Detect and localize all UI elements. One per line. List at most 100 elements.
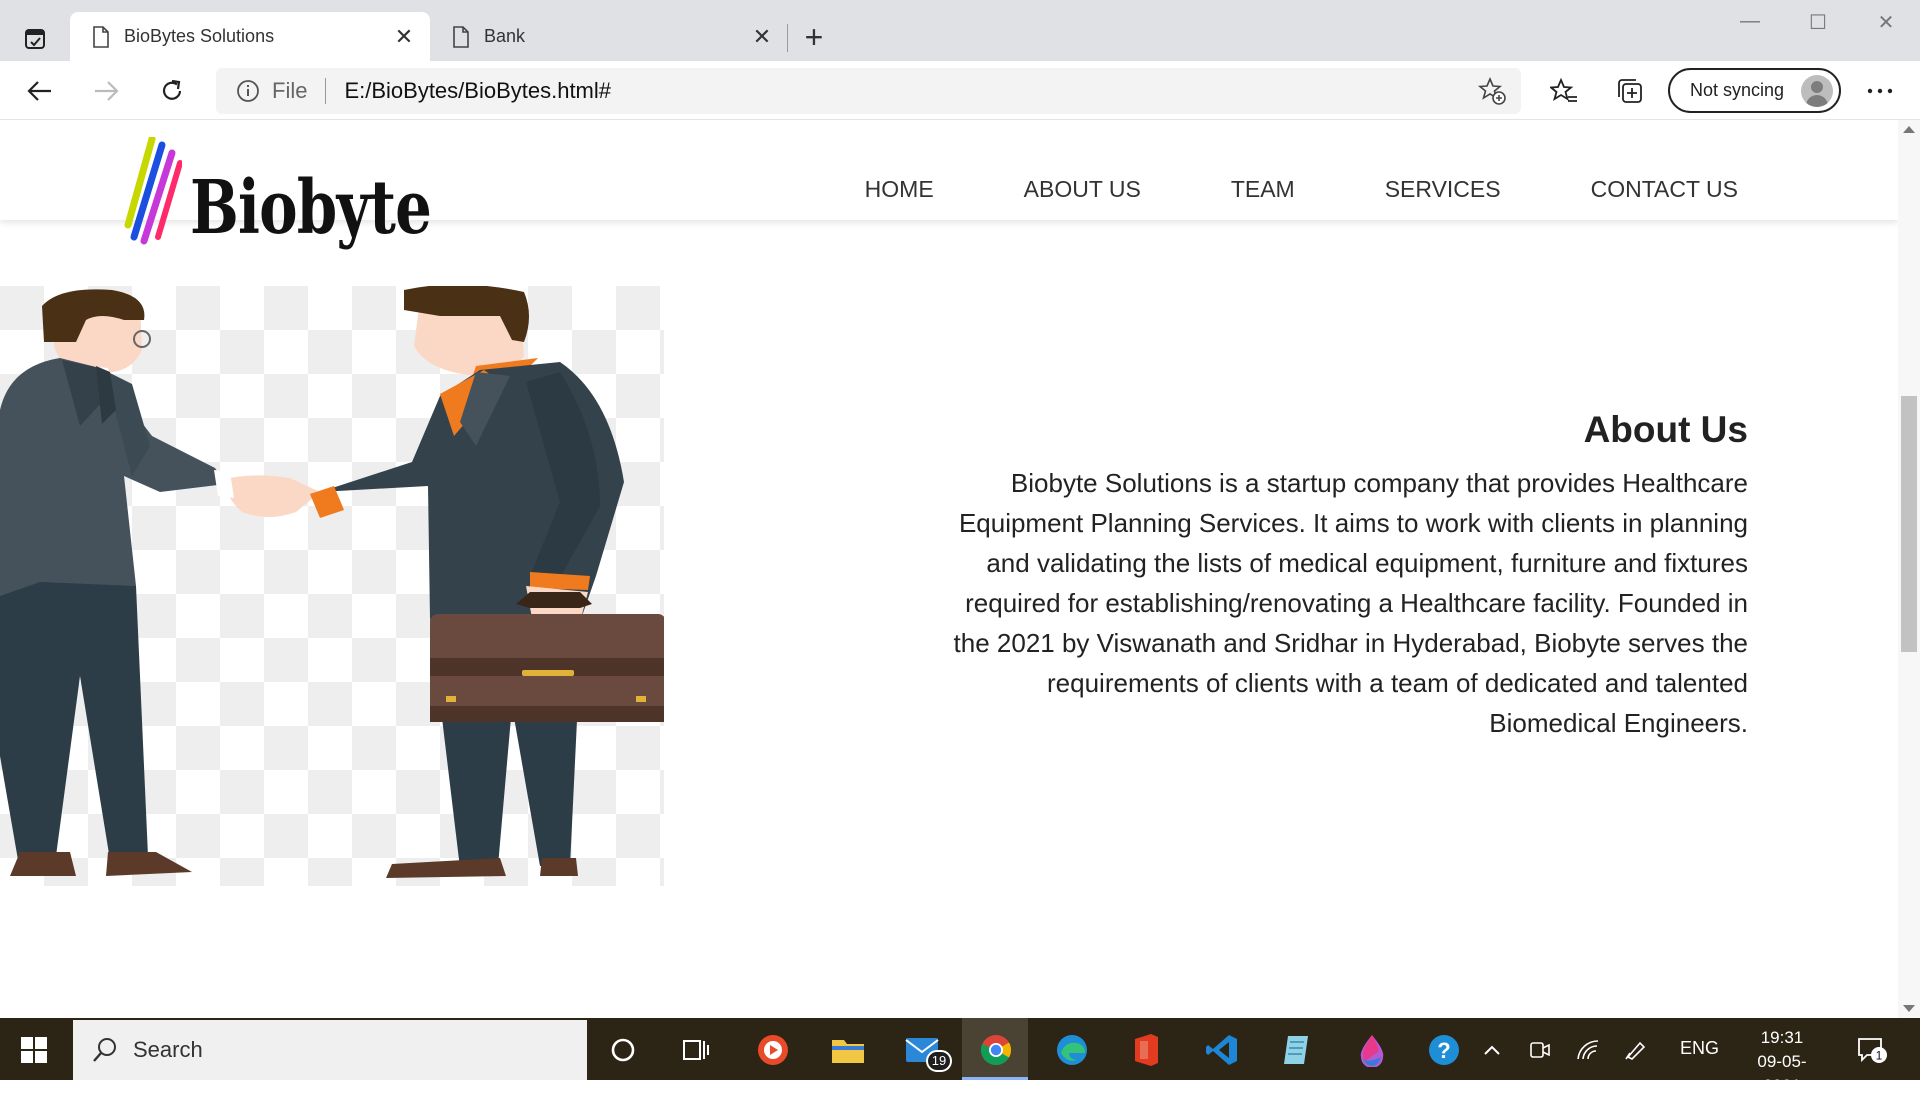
back-arrow-icon xyxy=(27,81,51,101)
new-tab-button[interactable]: + xyxy=(798,21,830,54)
url-text[interactable]: E:/BioBytes/BioBytes.html# xyxy=(344,78,611,104)
camera-icon xyxy=(1530,1042,1550,1058)
help-app[interactable]: ? xyxy=(1422,1029,1466,1071)
info-icon[interactable] xyxy=(236,79,260,103)
site-header: Biobyte HOME ABOUT US TEAM SERVICES CONT… xyxy=(0,120,1898,247)
notification-icon: 1 xyxy=(1858,1038,1887,1063)
folder-icon xyxy=(832,1040,864,1063)
network-button[interactable] xyxy=(1566,1029,1610,1071)
start-button[interactable] xyxy=(12,1032,56,1068)
avatar xyxy=(1801,75,1833,107)
chevron-up-icon xyxy=(1484,1045,1500,1055)
windows-taskbar: Search ? ENG 19:31 09-05-2021 1 xyxy=(0,1018,1920,1095)
notepad-app[interactable] xyxy=(1274,1029,1318,1071)
clock-time: 19:31 xyxy=(1760,1028,1804,1047)
tab-actions-button[interactable] xyxy=(16,20,54,58)
close-window-button[interactable]: ✕ xyxy=(1866,10,1906,38)
back-button[interactable] xyxy=(20,71,60,111)
refresh-button[interactable] xyxy=(152,71,192,111)
cortana-circle-icon xyxy=(611,1038,635,1062)
scroll-up-icon[interactable] xyxy=(1903,126,1915,133)
help-question-icon: ? xyxy=(1429,1035,1459,1065)
main-nav: HOME ABOUT US TEAM SERVICES CONTACT US xyxy=(865,176,1738,203)
minimize-button[interactable]: — xyxy=(1730,10,1770,38)
pen-icon xyxy=(1625,1041,1646,1060)
search-placeholder: Search xyxy=(133,1037,203,1062)
windows-logo-icon xyxy=(21,1037,47,1063)
svg-text:?: ? xyxy=(1437,1038,1450,1063)
more-dots-icon xyxy=(1867,88,1893,94)
tab-title: BioBytes Solutions xyxy=(124,26,275,46)
mail-badge: 19 xyxy=(926,1050,952,1072)
chrome-icon xyxy=(980,1035,1012,1066)
office-app[interactable] xyxy=(1124,1029,1168,1071)
tab-divider xyxy=(787,24,788,52)
tab-actions-icon xyxy=(25,29,45,49)
add-favorite-button[interactable] xyxy=(1477,76,1507,112)
forward-arrow-icon xyxy=(95,81,119,101)
collections-icon xyxy=(1618,79,1642,103)
tab-biobytes[interactable]: BioBytes Solutions ✕ xyxy=(70,12,430,61)
search-icon xyxy=(93,1038,116,1062)
collections-button[interactable] xyxy=(1610,71,1650,111)
scrollbar-thumb[interactable] xyxy=(1901,396,1917,652)
media-player-icon xyxy=(758,1035,788,1065)
paint-app[interactable] xyxy=(1350,1029,1394,1071)
chrome-app[interactable] xyxy=(974,1029,1018,1071)
browser-toolbar: File E:/BioBytes/BioBytes.html# Not sync… xyxy=(0,61,1920,120)
scheme-label: File xyxy=(272,78,308,103)
close-tab-icon[interactable]: ✕ xyxy=(752,24,772,50)
about-section: About Us Biobyte Solutions is a startup … xyxy=(928,409,1748,743)
edge-app[interactable] xyxy=(1050,1029,1094,1071)
paint-drop-icon xyxy=(1360,1035,1384,1067)
page-icon xyxy=(453,25,469,48)
vscode-app[interactable] xyxy=(1200,1029,1244,1071)
profile-sync-button[interactable]: Not syncing xyxy=(1668,68,1841,113)
page-viewport: Biobyte HOME ABOUT US TEAM SERVICES CONT… xyxy=(0,120,1920,1018)
favorites-button[interactable] xyxy=(1544,71,1584,111)
edge-icon xyxy=(1057,1035,1087,1065)
favorites-icon xyxy=(1550,77,1577,102)
nav-contact-us[interactable]: CONTACT US xyxy=(1591,176,1738,203)
star-add-icon xyxy=(1477,76,1506,105)
task-view-icon xyxy=(683,1040,709,1060)
scroll-down-icon[interactable] xyxy=(1903,1005,1915,1012)
file-explorer-app[interactable] xyxy=(826,1029,870,1071)
vscode-icon xyxy=(1206,1035,1237,1065)
page-scrollbar[interactable] xyxy=(1898,120,1920,1018)
system-clock[interactable]: 19:31 09-05-2021 xyxy=(1740,1026,1824,1098)
pen-workspace-button[interactable] xyxy=(1614,1029,1658,1071)
cortana-button[interactable] xyxy=(601,1029,645,1071)
browser-tab-strip: BioBytes Solutions ✕ Bank ✕ + — ☐ ✕ xyxy=(0,0,1920,61)
notepad-icon xyxy=(1284,1036,1308,1064)
media-player-app[interactable] xyxy=(751,1029,795,1071)
nav-about-us[interactable]: ABOUT US xyxy=(1024,176,1141,203)
address-bar[interactable]: File E:/BioBytes/BioBytes.html# xyxy=(216,68,1521,114)
refresh-icon xyxy=(162,79,182,100)
maximize-button[interactable]: ☐ xyxy=(1798,10,1838,38)
tab-bank[interactable]: Bank ✕ xyxy=(430,12,788,61)
wifi-icon xyxy=(1577,1040,1599,1060)
site-logo[interactable]: Biobyte xyxy=(122,137,499,247)
show-hidden-icons-button[interactable] xyxy=(1470,1029,1514,1071)
nav-services[interactable]: SERVICES xyxy=(1385,176,1501,203)
input-language[interactable]: ENG xyxy=(1680,1038,1719,1059)
task-view-button[interactable] xyxy=(674,1029,718,1071)
nav-team[interactable]: TEAM xyxy=(1231,176,1295,203)
office-icon xyxy=(1135,1034,1158,1066)
handshake-illustration xyxy=(0,286,664,886)
forward-button[interactable] xyxy=(86,71,126,111)
settings-menu-button[interactable] xyxy=(1860,71,1900,111)
taskbar-search[interactable]: Search xyxy=(73,1020,587,1080)
nav-home[interactable]: HOME xyxy=(865,176,934,203)
logo-stripes-icon xyxy=(124,137,182,245)
about-body: Biobyte Solutions is a startup company t… xyxy=(953,468,1748,738)
meet-now-button[interactable] xyxy=(1518,1029,1562,1071)
address-divider xyxy=(325,78,327,104)
page-icon xyxy=(93,25,109,48)
action-center-button[interactable]: 1 xyxy=(1850,1029,1894,1071)
sync-status-label: Not syncing xyxy=(1690,80,1785,100)
tab-title: Bank xyxy=(484,26,526,46)
close-tab-icon[interactable]: ✕ xyxy=(394,24,414,50)
about-heading: About Us xyxy=(1583,409,1748,450)
